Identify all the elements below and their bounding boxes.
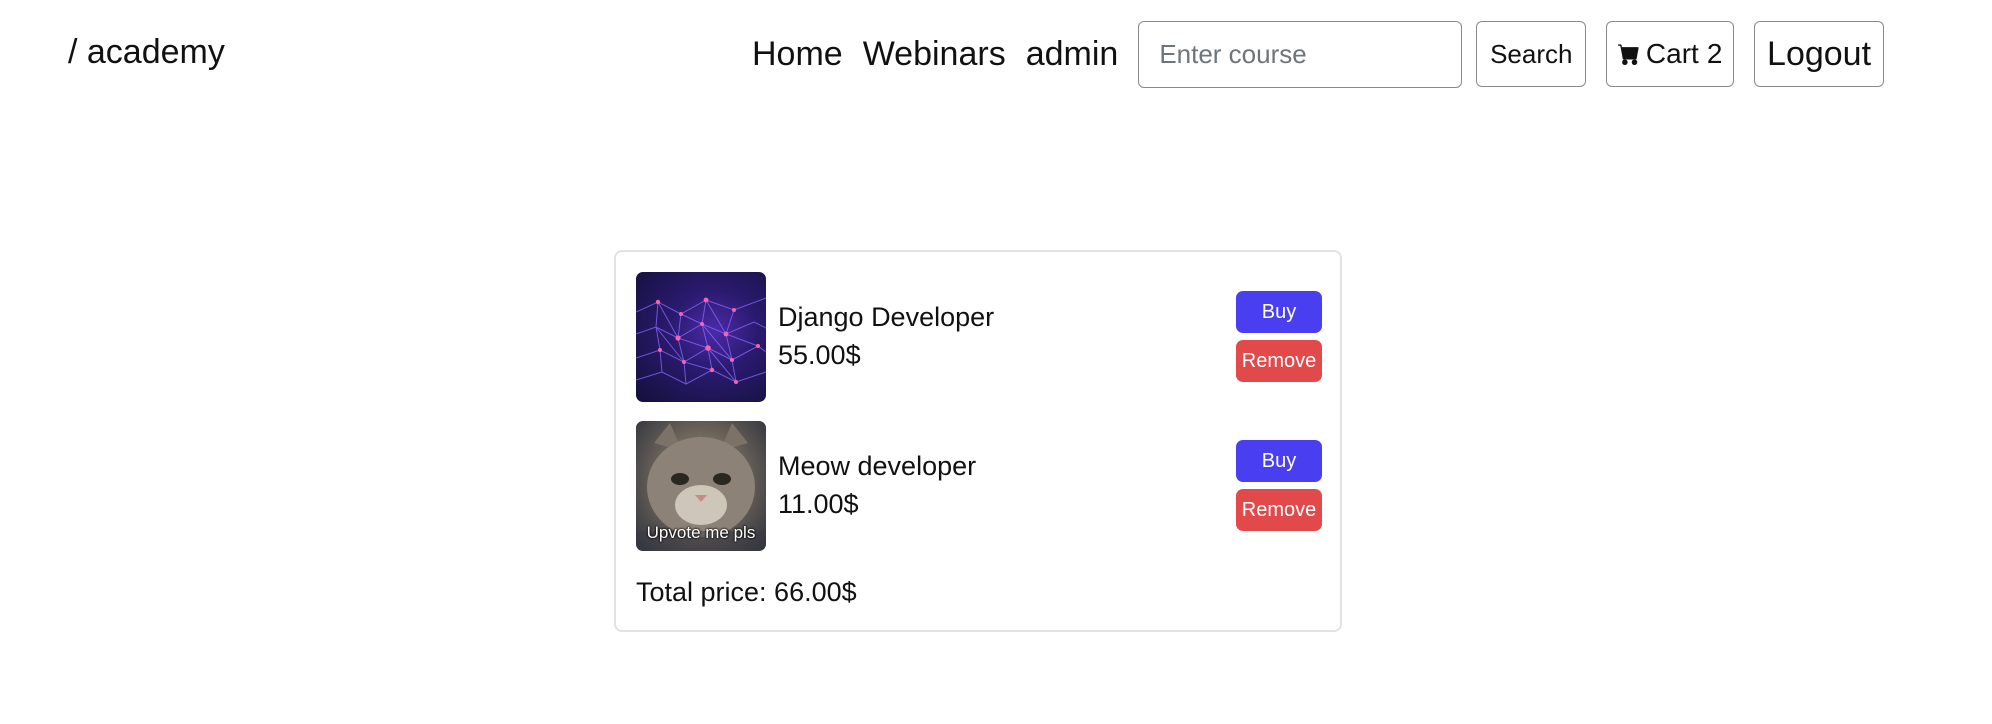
cart-button[interactable]: Cart 2 <box>1606 21 1735 87</box>
cart-icon <box>1617 44 1639 65</box>
buy-button[interactable]: Buy <box>1236 291 1322 333</box>
network-mesh-image <box>636 297 766 385</box>
nav-link-home[interactable]: Home <box>752 35 843 74</box>
course-price: 11.00$ <box>778 489 859 519</box>
brand-logo[interactable]: / academy <box>68 32 225 72</box>
nav-link-webinars[interactable]: Webinars <box>863 35 1006 74</box>
course-title[interactable]: Meow developer <box>778 451 976 482</box>
nav-link-admin[interactable]: admin <box>1026 35 1119 74</box>
course-title[interactable]: Django Developer <box>778 302 994 333</box>
image-caption: Upvote me pls <box>646 523 756 542</box>
remove-button[interactable]: Remove <box>1236 340 1322 382</box>
course-price: 55.00$ <box>778 340 861 370</box>
remove-button[interactable]: Remove <box>1236 489 1322 531</box>
search-button[interactable]: Search <box>1476 21 1587 87</box>
top-nav: Home Webinars admin Search Cart 2 Logout <box>752 20 1944 88</box>
course-thumbnail: Upvote me pls <box>636 421 766 551</box>
cart-item: Django Developer 55.00$ Buy Remove <box>636 272 1322 402</box>
course-thumbnail <box>636 272 766 402</box>
search-input[interactable] <box>1138 20 1463 88</box>
cart-item: Upvote me pls Meow developer 11.00$ Buy … <box>636 421 1322 551</box>
cart-panel: Django Developer 55.00$ Buy Remove Upvot… <box>614 250 1342 632</box>
cart-count-badge: 2 <box>1706 38 1723 69</box>
buy-button[interactable]: Buy <box>1236 440 1322 482</box>
total-price: Total price: 66.00$ <box>636 577 857 607</box>
logout-button[interactable]: Logout <box>1754 21 1884 87</box>
cart-label: Cart <box>1645 38 1699 69</box>
